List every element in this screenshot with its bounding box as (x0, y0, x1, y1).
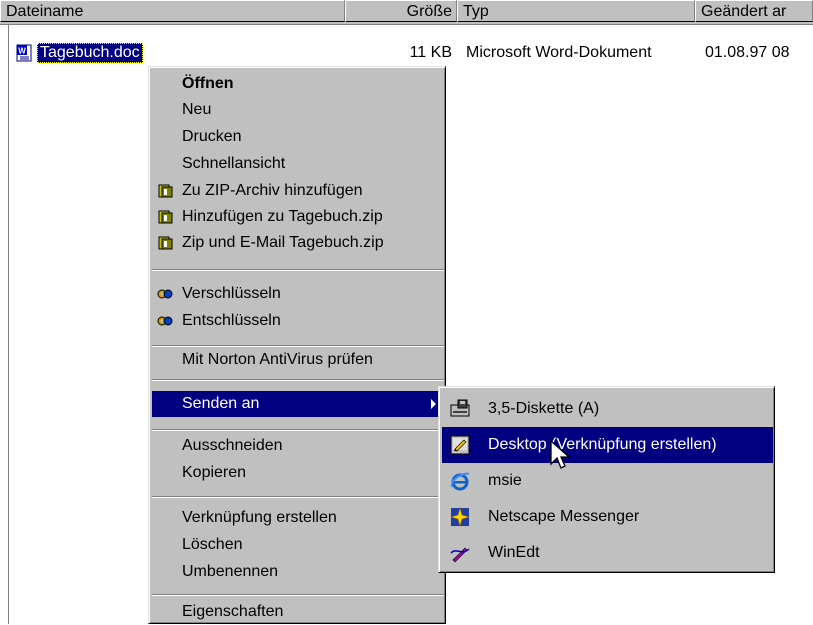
menu-item-label: Kopieren (182, 464, 247, 481)
menu-item-floppy[interactable]: 3,5-Diskette (A) (442, 391, 773, 427)
menu-item-label: Eigenschaften (182, 603, 284, 620)
winzip-icon (158, 184, 173, 198)
menu-separator (152, 594, 444, 596)
file-modified: 01.08.97 08 (705, 44, 790, 61)
winzip-icon (158, 236, 173, 250)
menu-item-label: 3,5-Diskette (A) (488, 400, 600, 417)
menu-item-label: Neu (182, 101, 212, 118)
menu-item-label: Öffnen (182, 75, 234, 92)
menu-item-label: Drucken (182, 128, 242, 145)
column-header-name[interactable]: Dateiname (0, 0, 345, 22)
key-icon (157, 316, 173, 326)
menu-item-encrypt[interactable]: Verschlüsseln (152, 281, 444, 307)
menu-item-label: Mit Norton AntiVirus prüfen (182, 351, 373, 368)
menu-item-zip-add[interactable]: Zu ZIP-Archiv hinzufügen (152, 178, 444, 204)
menu-item-label: Schnellansicht (182, 155, 286, 172)
menu-item-label: Netscape Messenger (488, 508, 640, 525)
menu-separator (152, 269, 444, 271)
winedt-icon (450, 547, 470, 563)
menu-separator (152, 496, 444, 498)
submenu-arrow-icon (431, 399, 436, 409)
menu-item-label: msie (488, 472, 522, 489)
menu-item-cut[interactable]: Ausschneiden (152, 433, 444, 459)
menu-item-msie[interactable]: msie (442, 463, 773, 499)
svg-text:W: W (18, 47, 26, 56)
file-type: Microsoft Word-Dokument (466, 44, 652, 61)
menu-item-label: Verschlüsseln (182, 285, 281, 302)
menu-item-print[interactable]: Drucken (152, 124, 444, 150)
floppy-drive-icon (450, 399, 470, 417)
menu-item-netscape[interactable]: Netscape Messenger (442, 499, 773, 535)
list-left-border (8, 24, 9, 624)
menu-item-label: Umbenennen (182, 563, 279, 580)
menu-item-zip-email[interactable]: Zip und E-Mail Tagebuch.zip (152, 230, 444, 256)
table-row[interactable]: W Tagebuch.doc 11 KB Microsoft Word-Doku… (0, 42, 813, 64)
menu-item-quickview[interactable]: Schnellansicht (152, 151, 444, 177)
menu-item-rename[interactable]: Umbenennen (152, 559, 444, 585)
menu-item-label: Senden an (182, 395, 260, 412)
column-header-modified[interactable]: Geändert ar (695, 0, 813, 22)
send-to-submenu: 3,5-Diskette (A) Desktop (Verknüpfung er… (438, 386, 775, 573)
menu-separator (152, 379, 444, 381)
winzip-icon (158, 210, 173, 224)
menu-separator (152, 429, 444, 431)
menu-item-label: Ausschneiden (182, 437, 283, 454)
netscape-messenger-icon (450, 507, 470, 527)
menu-item-label: Entschlüsseln (182, 312, 281, 329)
file-size: 11 KB (409, 44, 452, 61)
mouse-pointer-icon (550, 440, 571, 469)
column-header-bar: Dateiname Größe Typ Geändert ar (0, 0, 813, 25)
menu-item-properties[interactable]: Eigenschaften (152, 599, 444, 625)
menu-item-label: Zu ZIP-Archiv hinzufügen (182, 182, 363, 199)
context-menu: Öffnen Neu Drucken Schnellansicht Zu ZIP… (148, 66, 446, 624)
menu-item-winedt[interactable]: WinEdt (442, 535, 773, 571)
menu-item-label: Verknüpfung erstellen (182, 509, 337, 526)
menu-item-label: Löschen (182, 536, 243, 553)
menu-item-label: WinEdt (488, 544, 540, 561)
menu-item-delete[interactable]: Löschen (152, 532, 444, 558)
desktop-shortcut-icon (450, 435, 470, 455)
menu-item-label: Hinzufügen zu Tagebuch.zip (182, 208, 383, 225)
column-header-size[interactable]: Größe (345, 0, 457, 22)
word-doc-icon: W (16, 44, 32, 62)
menu-item-decrypt[interactable]: Entschlüsseln (152, 308, 444, 334)
menu-item-norton[interactable]: Mit Norton AntiVirus prüfen (152, 347, 444, 373)
column-header-type[interactable]: Typ (457, 0, 695, 22)
menu-item-label: Desktop (Verknüpfung erstellen) (488, 436, 717, 453)
menu-item-open[interactable]: Öffnen (152, 71, 444, 97)
key-icon (157, 289, 173, 299)
menu-item-send-to[interactable]: Senden an (152, 391, 444, 417)
file-name-selected[interactable]: Tagebuch.doc (37, 43, 143, 63)
internet-explorer-icon (450, 472, 470, 491)
menu-item-zip-add-named[interactable]: Hinzufügen zu Tagebuch.zip (152, 204, 444, 230)
menu-item-desktop[interactable]: Desktop (Verknüpfung erstellen) (442, 427, 773, 463)
menu-item-label: Zip und E-Mail Tagebuch.zip (182, 234, 384, 251)
menu-item-copy[interactable]: Kopieren (152, 460, 444, 486)
menu-item-new[interactable]: Neu (152, 97, 444, 123)
menu-item-create-shortcut[interactable]: Verknüpfung erstellen (152, 505, 444, 531)
